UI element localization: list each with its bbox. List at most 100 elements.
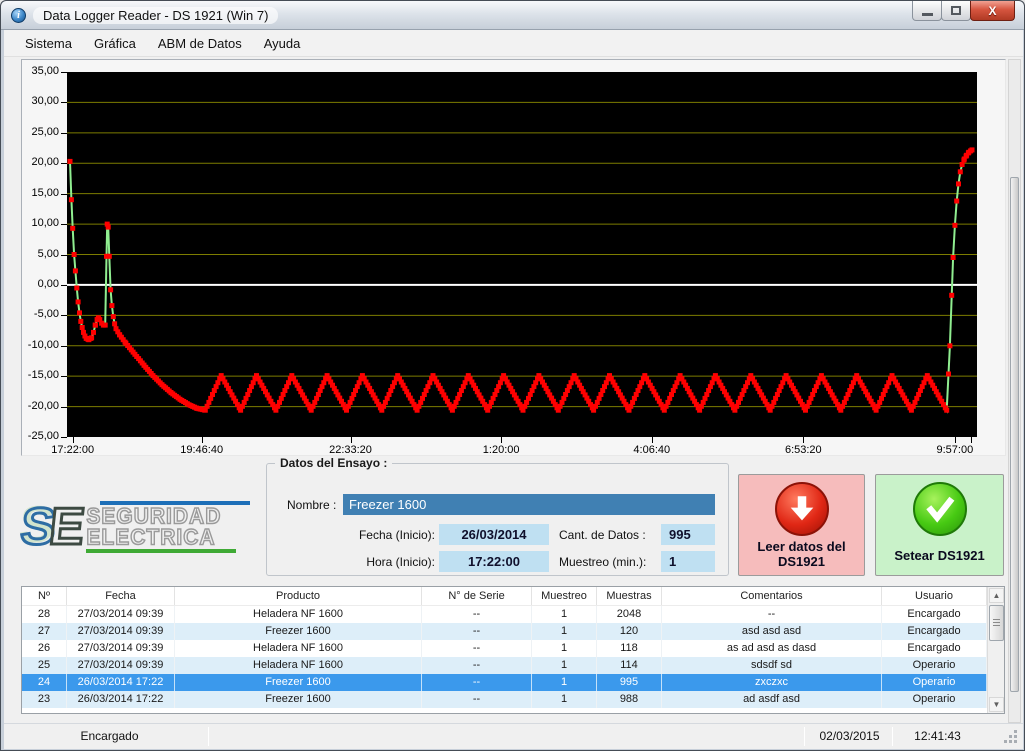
- minimize-icon: [922, 13, 933, 16]
- table-row[interactable]: 24 26/03/2014 17:22 Freezer 1600 -- 1 99…: [22, 674, 987, 691]
- x-axis-label: 17:22:00: [38, 444, 108, 456]
- table-cell: asd asd asd: [662, 623, 882, 640]
- table-cell: 1: [532, 606, 597, 623]
- download-arrow-icon: [775, 482, 829, 536]
- scroll-up-icon[interactable]: ▲: [989, 588, 1004, 603]
- y-axis-label: 20,00: [22, 156, 59, 168]
- groupbox-legend: Datos del Ensayo :: [275, 456, 392, 470]
- table-cell: 23: [22, 691, 67, 708]
- table-scrollbar-thumb[interactable]: [989, 605, 1004, 641]
- logo-text: SEGURIDAD ELECTRICA: [86, 501, 250, 553]
- statusbar-separator: [892, 727, 893, 746]
- chart-svg: [67, 72, 977, 437]
- table-header-cell[interactable]: Producto: [175, 587, 422, 605]
- table-row[interactable]: 23 26/03/2014 17:22 Freezer 1600 -- 1 98…: [22, 691, 987, 708]
- y-axis-label: 10,00: [22, 217, 59, 229]
- table-cell: as ad asd as dasd: [662, 640, 882, 657]
- table-header-cell[interactable]: N° de Serie: [422, 587, 532, 605]
- nombre-field[interactable]: Freezer 1600: [343, 494, 715, 515]
- table-cell: 26/03/2014 17:22: [67, 691, 175, 708]
- y-axis-tick: [61, 346, 67, 347]
- x-axis-tick: [501, 437, 502, 443]
- table-cell: 988: [597, 691, 662, 708]
- y-axis-tick: [61, 224, 67, 225]
- y-axis-tick: [61, 315, 67, 316]
- table-cell: 27/03/2014 09:39: [67, 640, 175, 657]
- table-cell: Heladera NF 1600: [175, 657, 422, 674]
- table-row[interactable]: 27 27/03/2014 09:39 Freezer 1600 -- 1 12…: [22, 623, 987, 640]
- statusbar-separator: [208, 727, 209, 746]
- table-header-cell[interactable]: Comentarios: [662, 587, 882, 605]
- table-cell: --: [422, 606, 532, 623]
- table-cell: 27: [22, 623, 67, 640]
- x-axis-tick: [652, 437, 653, 443]
- x-axis-tick: [351, 437, 352, 443]
- leer-datos-button[interactable]: Leer datos delDS1921: [738, 474, 865, 576]
- table-header-cell[interactable]: Fecha: [67, 587, 175, 605]
- close-button[interactable]: X: [970, 1, 1015, 21]
- setear-button[interactable]: Setear DS1921: [875, 474, 1004, 576]
- table-row[interactable]: 28 27/03/2014 09:39 Heladera NF 1600 -- …: [22, 606, 987, 623]
- titlebar[interactable]: i Data Logger Reader - DS 1921 (Win 7) X: [1, 1, 1024, 30]
- table-cell: 26: [22, 640, 67, 657]
- y-axis-tick: [61, 133, 67, 134]
- table-cell: --: [422, 674, 532, 691]
- fecha-field[interactable]: 26/03/2014: [439, 524, 549, 545]
- table-header-cell[interactable]: Muestreo: [532, 587, 597, 605]
- table-row[interactable]: 26 27/03/2014 09:39 Heladera NF 1600 -- …: [22, 640, 987, 657]
- muestreo-field[interactable]: 1: [661, 551, 715, 572]
- table-cell: --: [422, 691, 532, 708]
- table-cell: Encargado: [882, 606, 987, 623]
- nombre-label: Nombre :: [287, 498, 336, 512]
- menu-item[interactable]: Sistema: [14, 32, 83, 55]
- x-axis-label: 9:57:00: [920, 444, 990, 456]
- logo-monogram: SE: [18, 497, 82, 557]
- form-scrollbar[interactable]: [1008, 59, 1021, 723]
- scroll-down-icon[interactable]: ▼: [989, 697, 1004, 712]
- table-cell: 995: [597, 674, 662, 691]
- hora-field[interactable]: 17:22:00: [439, 551, 549, 572]
- table-cell: 26/03/2014 17:22: [67, 674, 175, 691]
- table-row[interactable]: 25 27/03/2014 09:39 Heladera NF 1600 -- …: [22, 657, 987, 674]
- y-axis-label: -5,00: [22, 308, 59, 320]
- statusbar-time: 12:41:43: [895, 729, 980, 743]
- x-axis-tick: [955, 437, 956, 443]
- table-scrollbar[interactable]: ▲ ▼: [987, 587, 1004, 713]
- table-header-cell[interactable]: Usuario: [882, 587, 987, 605]
- x-axis-label: 4:06:40: [617, 444, 687, 456]
- y-axis-tick: [61, 285, 67, 286]
- x-axis-tick: [73, 437, 74, 443]
- table-cell: Encargado: [882, 640, 987, 657]
- table-header-cell[interactable]: Nº: [22, 587, 67, 605]
- cant-datos-field[interactable]: 995: [661, 524, 715, 545]
- table-header-cell[interactable]: Muestras: [597, 587, 662, 605]
- chart-plot: [67, 72, 977, 437]
- x-axis-tick: [803, 437, 804, 443]
- table-cell: 27/03/2014 09:39: [67, 606, 175, 623]
- table-cell: 1: [532, 640, 597, 657]
- x-axis-label: 22:33:20: [316, 444, 386, 456]
- y-axis-label: 5,00: [22, 248, 59, 260]
- y-axis-tick: [61, 376, 67, 377]
- logo-word-2: ELECTRICA: [86, 526, 250, 548]
- y-axis-tick: [61, 437, 67, 438]
- menu-item[interactable]: Ayuda: [253, 32, 312, 55]
- table-cell: sdsdf sd: [662, 657, 882, 674]
- resize-grip[interactable]: [1014, 740, 1017, 743]
- form-scrollbar-thumb[interactable]: [1010, 177, 1019, 692]
- table-cell: --: [422, 657, 532, 674]
- menu-item[interactable]: ABM de Datos: [147, 32, 253, 55]
- menubar: Sistema Gráfica ABM de Datos Ayuda: [4, 30, 1023, 57]
- table-cell: Freezer 1600: [175, 691, 422, 708]
- ensayo-groupbox: Datos del Ensayo : Nombre : Freezer 1600…: [266, 463, 729, 576]
- check-icon: [913, 482, 967, 536]
- minimize-button[interactable]: [912, 1, 942, 21]
- table-cell: 114: [597, 657, 662, 674]
- menu-item[interactable]: Gráfica: [83, 32, 147, 55]
- x-axis-tick: [202, 437, 203, 443]
- maximize-button[interactable]: [941, 1, 971, 21]
- table-cell: 1: [532, 623, 597, 640]
- logo-bar-green: [86, 549, 236, 553]
- y-axis-tick: [61, 194, 67, 195]
- table-cell: 2048: [597, 606, 662, 623]
